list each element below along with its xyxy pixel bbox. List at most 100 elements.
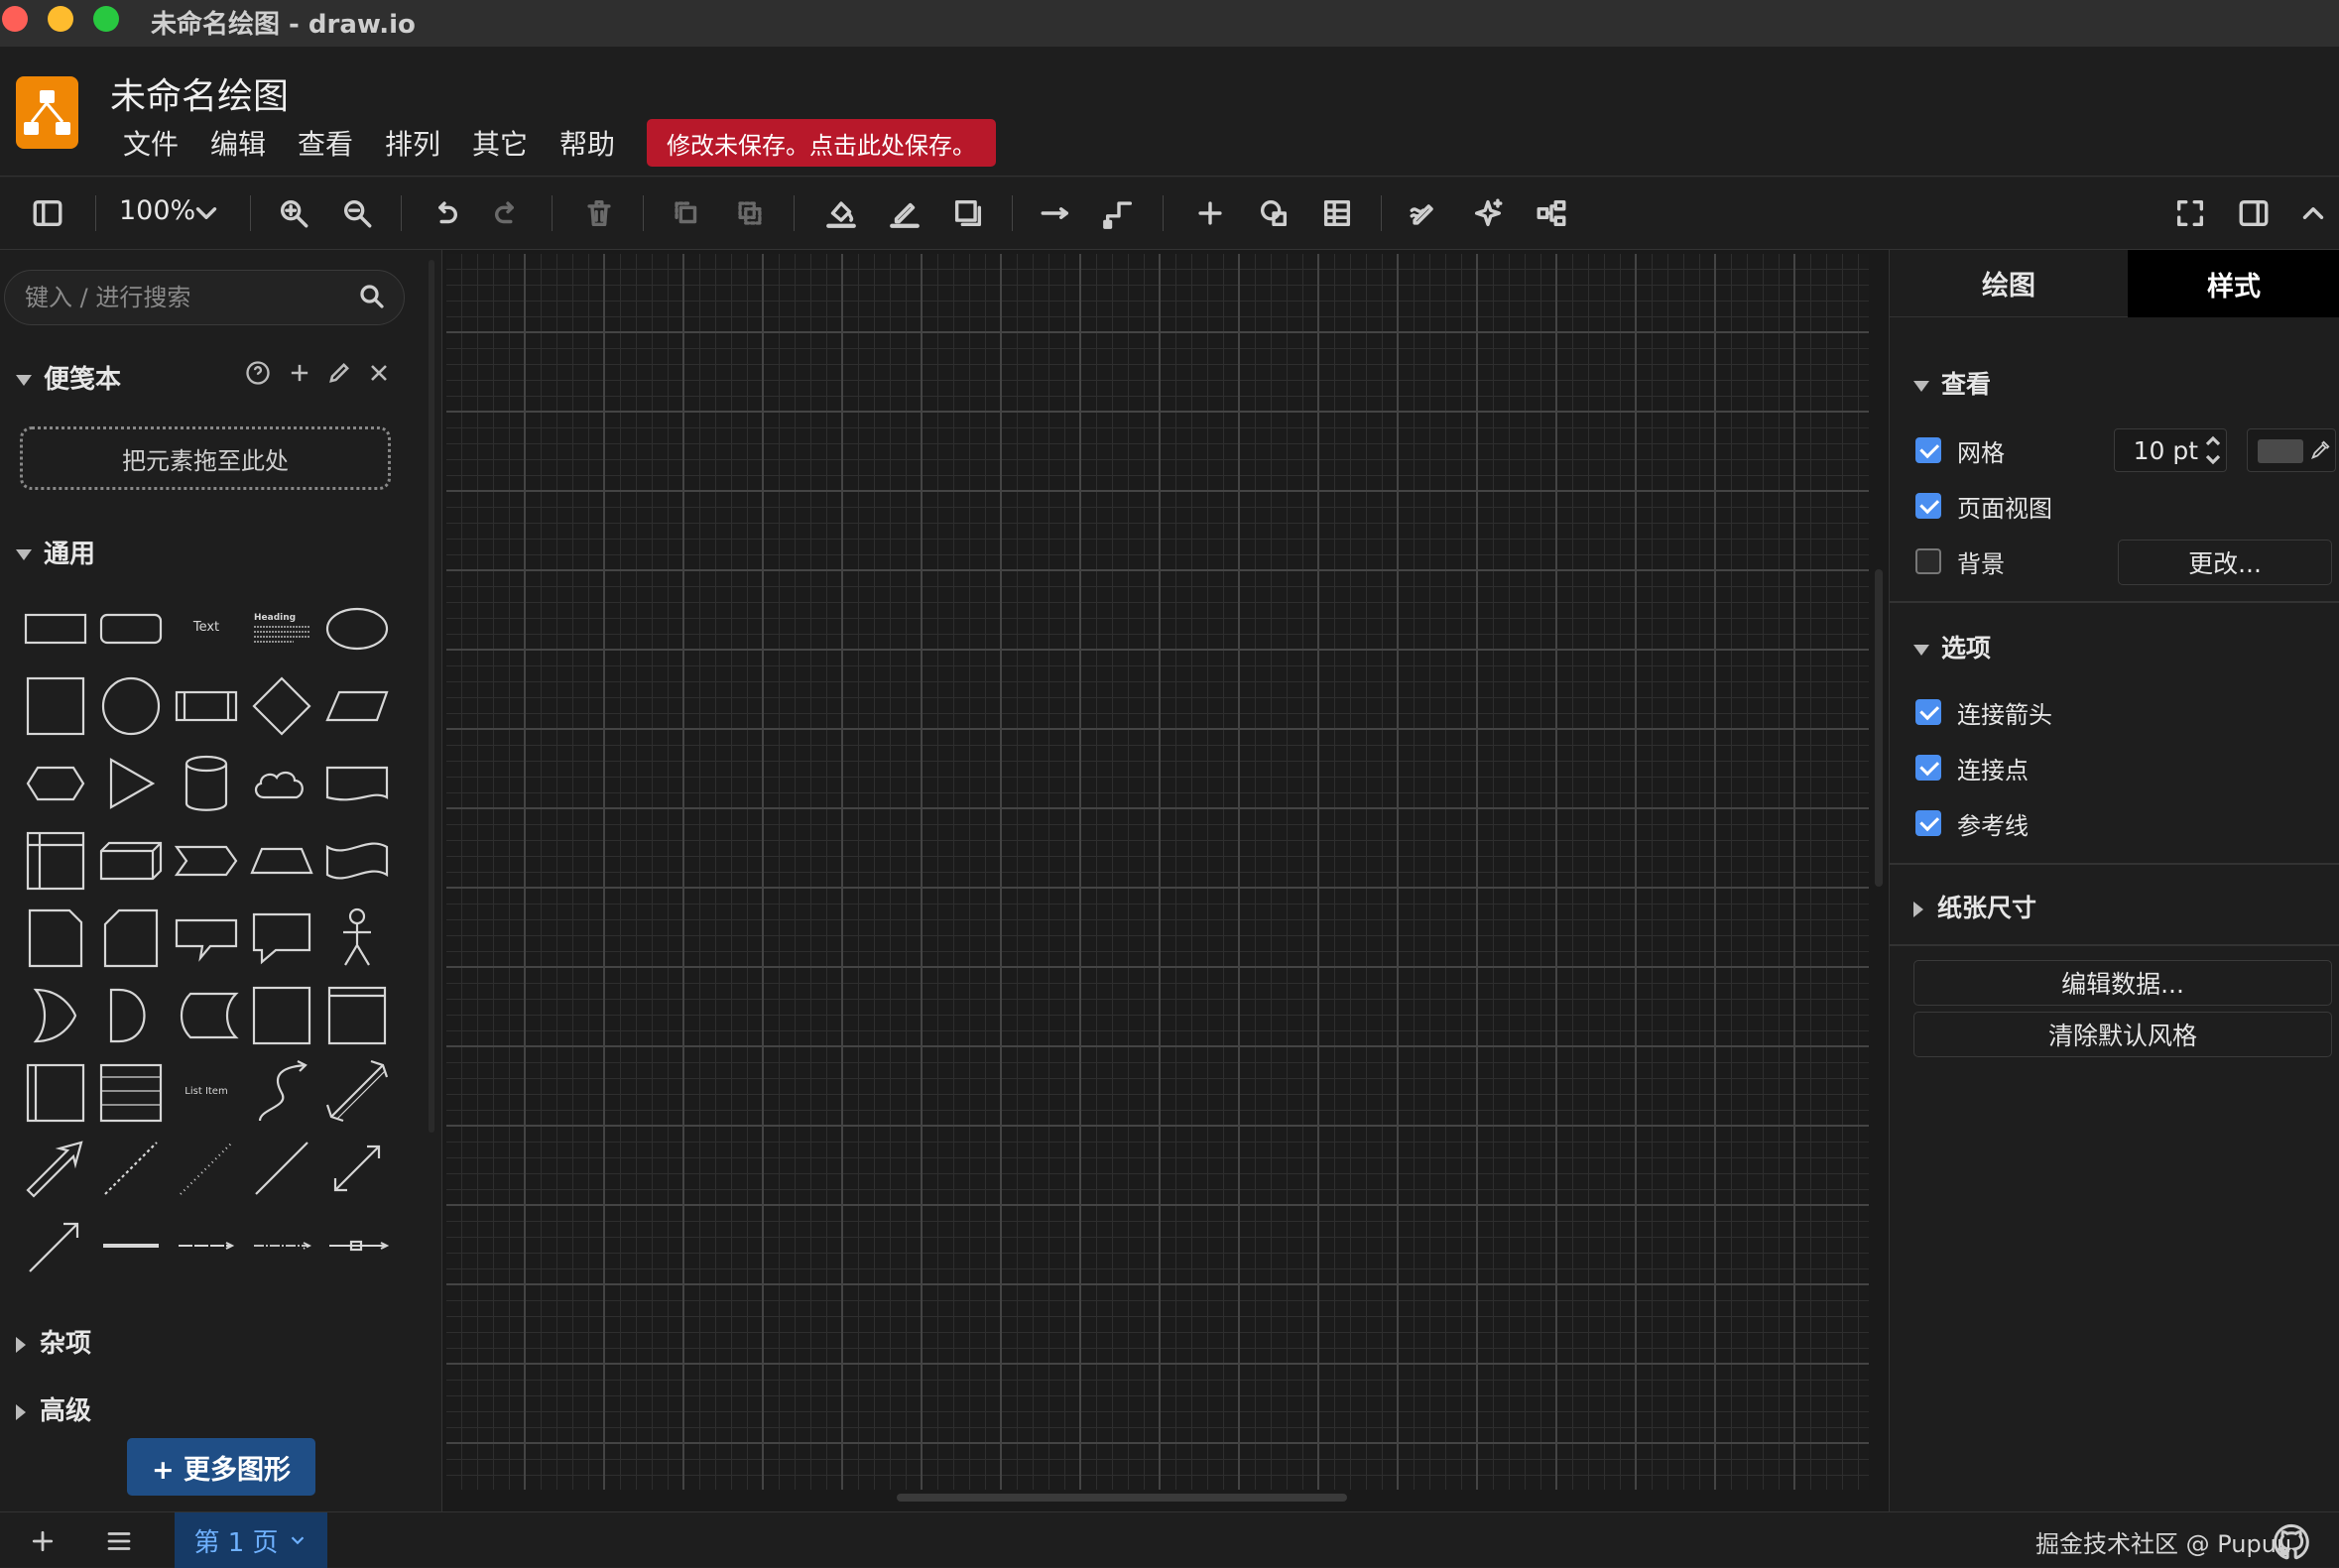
rectangle-shape[interactable] (20, 591, 91, 663)
directional-connector-shape[interactable] (20, 1210, 91, 1281)
triangle-shape[interactable] (95, 746, 167, 817)
undo-button[interactable] (421, 189, 468, 237)
shadow-button[interactable] (944, 189, 992, 237)
cloud-shape[interactable] (246, 746, 317, 817)
vertical-container-shape[interactable] (20, 1055, 91, 1127)
page-view-option[interactable]: 页面视图 (1915, 490, 2052, 523)
redo-button[interactable] (484, 189, 532, 237)
change-background-button[interactable]: 更改... (2118, 540, 2332, 585)
document-shape[interactable] (321, 746, 393, 817)
connector-arrow-shape[interactable] (171, 1210, 242, 1281)
line-shape[interactable] (246, 1133, 317, 1204)
to-front-button[interactable] (663, 189, 710, 237)
ellipse-shape[interactable] (321, 591, 393, 663)
background-checkbox[interactable] (1915, 548, 1941, 574)
tab-diagram[interactable]: 绘图 (1890, 250, 2128, 317)
shape-search-input[interactable] (4, 270, 405, 325)
vertical-scrollbar[interactable] (1875, 569, 1883, 887)
zoom-out-button[interactable] (333, 189, 381, 237)
table-button[interactable] (1313, 189, 1361, 237)
drawing-canvas[interactable] (446, 254, 1869, 1490)
zoom-level[interactable]: 100% (119, 195, 195, 226)
grid-color-picker[interactable] (2247, 428, 2336, 472)
card-shape[interactable] (95, 901, 167, 972)
more-shapes-button[interactable]: + 更多图形 (127, 1438, 315, 1496)
or-shape[interactable] (20, 978, 91, 1049)
delay-shape[interactable] (95, 978, 167, 1049)
to-back-button[interactable] (726, 189, 774, 237)
cube-shape[interactable] (95, 823, 167, 895)
page-view-checkbox[interactable] (1915, 493, 1941, 519)
zoom-window-button[interactable] (93, 6, 119, 32)
connection-arrows-option[interactable]: 连接箭头 (1915, 696, 2052, 729)
menu-view[interactable]: 查看 (298, 123, 353, 163)
background-option[interactable]: 背景 (1915, 545, 2005, 578)
shapes-button[interactable] (1250, 189, 1297, 237)
menu-extras[interactable]: 其它 (472, 123, 528, 163)
cylinder-shape[interactable] (171, 746, 242, 817)
tab-style[interactable]: 样式 (2128, 250, 2339, 317)
guides-option[interactable]: 参考线 (1915, 807, 2029, 840)
connection-style-button[interactable] (1032, 189, 1079, 237)
guides-checkbox[interactable] (1915, 810, 1941, 836)
note-shape[interactable] (20, 901, 91, 972)
add-icon[interactable] (286, 359, 313, 387)
line-color-button[interactable] (881, 189, 928, 237)
paper-size-section-header[interactable]: 纸张尺寸 (1913, 889, 2036, 924)
grid-checkbox[interactable] (1915, 437, 1941, 463)
dashed-line-shape[interactable] (95, 1133, 167, 1204)
close-window-button[interactable] (2, 6, 28, 32)
freehand-button[interactable] (1401, 189, 1448, 237)
swimlane-shape[interactable] (321, 978, 393, 1049)
clear-default-style-button[interactable]: 清除默认风格 (1913, 1012, 2332, 1057)
add-page-icon[interactable] (28, 1526, 58, 1556)
minimize-window-button[interactable] (48, 6, 73, 32)
misc-section-header[interactable]: 杂项 (16, 1323, 91, 1360)
scratchpad-drop-zone[interactable]: 把元素拖至此处 (20, 426, 391, 490)
step-shape[interactable] (171, 823, 242, 895)
callout-shape[interactable] (171, 901, 242, 972)
general-section-header[interactable]: 通用 (16, 534, 95, 570)
circle-shape[interactable] (95, 668, 167, 740)
rounded-rectangle-shape[interactable] (95, 591, 167, 663)
actor-shape[interactable] (321, 901, 393, 972)
bidirectional-connector-shape[interactable] (321, 1133, 393, 1204)
collapse-toolbar-button[interactable] (2293, 189, 2333, 237)
connector-symbol-shape[interactable] (321, 1210, 393, 1281)
text-shape[interactable]: Text (171, 591, 242, 663)
close-icon[interactable] (365, 359, 393, 387)
container-shape[interactable] (246, 978, 317, 1049)
zoom-in-button[interactable] (270, 189, 317, 237)
dotted-line-shape[interactable] (171, 1133, 242, 1204)
horizontal-scrollbar[interactable] (897, 1494, 1347, 1502)
chevron-down-icon[interactable] (287, 1529, 308, 1551)
process-shape[interactable] (171, 668, 242, 740)
parallelogram-shape[interactable] (321, 668, 393, 740)
link-shape[interactable] (95, 1210, 167, 1281)
options-section-header[interactable]: 选项 (1913, 629, 1991, 664)
list-shape[interactable] (95, 1055, 167, 1127)
trapezoid-shape[interactable] (246, 823, 317, 895)
menu-arrange[interactable]: 排列 (385, 123, 440, 163)
zoom-dropdown-button[interactable] (188, 189, 224, 237)
hexagon-shape[interactable] (20, 746, 91, 817)
diamond-shape[interactable] (246, 668, 317, 740)
internal-storage-shape[interactable] (20, 823, 91, 895)
fullscreen-button[interactable] (2166, 189, 2214, 237)
layout-button[interactable] (1528, 189, 1575, 237)
toggle-format-panel-button[interactable] (2230, 189, 2277, 237)
menu-edit[interactable]: 编辑 (210, 123, 266, 163)
search-icon[interactable] (357, 282, 387, 311)
grid-size-stepper-icon[interactable] (2203, 430, 2223, 470)
square-shape[interactable] (20, 668, 91, 740)
advanced-section-header[interactable]: 高级 (16, 1390, 91, 1427)
delete-button[interactable] (575, 189, 623, 237)
insert-button[interactable] (1186, 189, 1234, 237)
help-icon[interactable] (244, 359, 272, 387)
thick-arrow-shape[interactable] (20, 1133, 91, 1204)
menu-help[interactable]: 帮助 (559, 123, 615, 163)
waypoints-button[interactable] (1095, 189, 1143, 237)
unsaved-changes-button[interactable]: 修改未保存。点击此处保存。 (647, 119, 996, 167)
curve-shape[interactable] (246, 1055, 317, 1127)
toggle-sidebar-button[interactable] (24, 189, 71, 237)
